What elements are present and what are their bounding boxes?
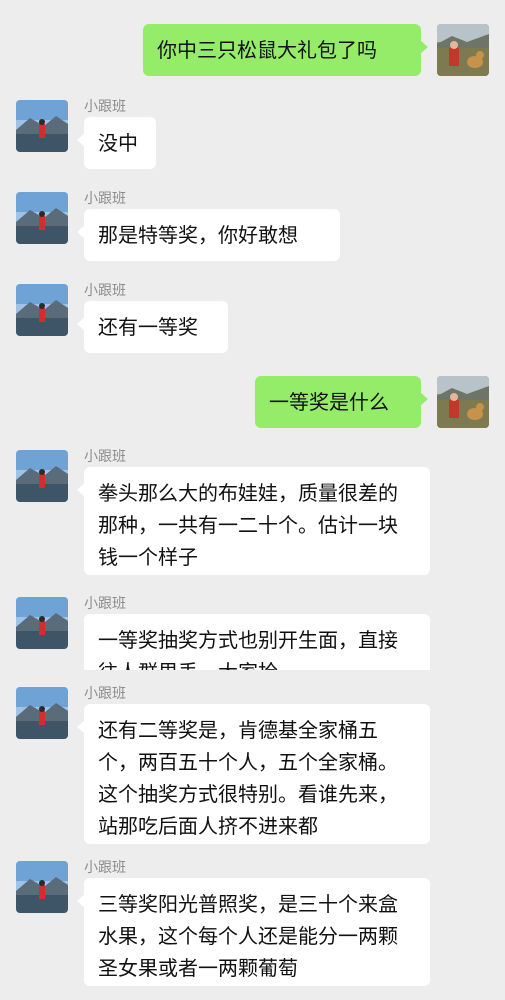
my-avatar[interactable] [437,24,489,76]
message-text: 一等奖是什么 [269,390,389,414]
message-bubble[interactable]: 你中三只松鼠大礼包了吗 [143,24,428,76]
contact-avatar[interactable] [16,597,68,649]
contact-avatar[interactable] [16,284,68,336]
sender-name: 小跟班 [84,449,126,465]
message-bubble[interactable]: 拳头那么大的布娃娃，质量很差的那种，一共有一二十个。估计一块钱一个样子 [77,467,430,575]
message-bubble[interactable]: 一等奖是什么 [255,376,428,428]
sender-name: 小跟班 [84,860,126,876]
sender-name: 小跟班 [84,99,126,115]
contact-avatar[interactable] [16,450,68,502]
message-bubble[interactable]: 没中 [77,117,156,169]
sender-name: 小跟班 [84,596,126,612]
message-text: 一等奖抽奖方式也别开生面，直接往人群里丢，大家抢 [98,628,398,670]
message-bubble[interactable]: 一等奖抽奖方式也别开生面，直接往人群里丢，大家抢 [84,614,430,670]
contact-avatar[interactable] [16,687,68,739]
message-bubble[interactable]: 那是特等奖，你好敢想 [77,209,340,261]
message-bubble[interactable]: 三等奖阳光普照奖，是三十个来盒水果，这个每个人还是能分一两颗圣女果或者一两颗葡萄 [77,878,430,986]
message-text: 你中三只松鼠大礼包了吗 [157,38,377,62]
message-text: 那是特等奖，你好敢想 [98,223,298,247]
message-bubble[interactable]: 还有二等奖是，肯德基全家桶五个，两百五十个人，五个全家桶。这个抽奖方式很特别。看… [77,704,430,844]
contact-avatar[interactable] [16,100,68,152]
message-text: 拳头那么大的布娃娃，质量很差的那种，一共有一二十个。估计一块钱一个样子 [98,481,398,569]
sender-name: 小跟班 [84,686,126,702]
message-text: 没中 [98,131,138,155]
message-text: 三等奖阳光普照奖，是三十个来盒水果，这个每个人还是能分一两颗圣女果或者一两颗葡萄 [98,892,398,980]
sender-name: 小跟班 [84,191,126,207]
message-text: 还有二等奖是，肯德基全家桶五个，两百五十个人，五个全家桶。这个抽奖方式很特别。看… [98,718,398,838]
message-text: 还有一等奖 [98,315,198,339]
my-avatar[interactable] [437,376,489,428]
sender-name: 小跟班 [84,283,126,299]
message-bubble[interactable]: 还有一等奖 [77,301,228,353]
contact-avatar[interactable] [16,192,68,244]
contact-avatar[interactable] [16,861,68,913]
